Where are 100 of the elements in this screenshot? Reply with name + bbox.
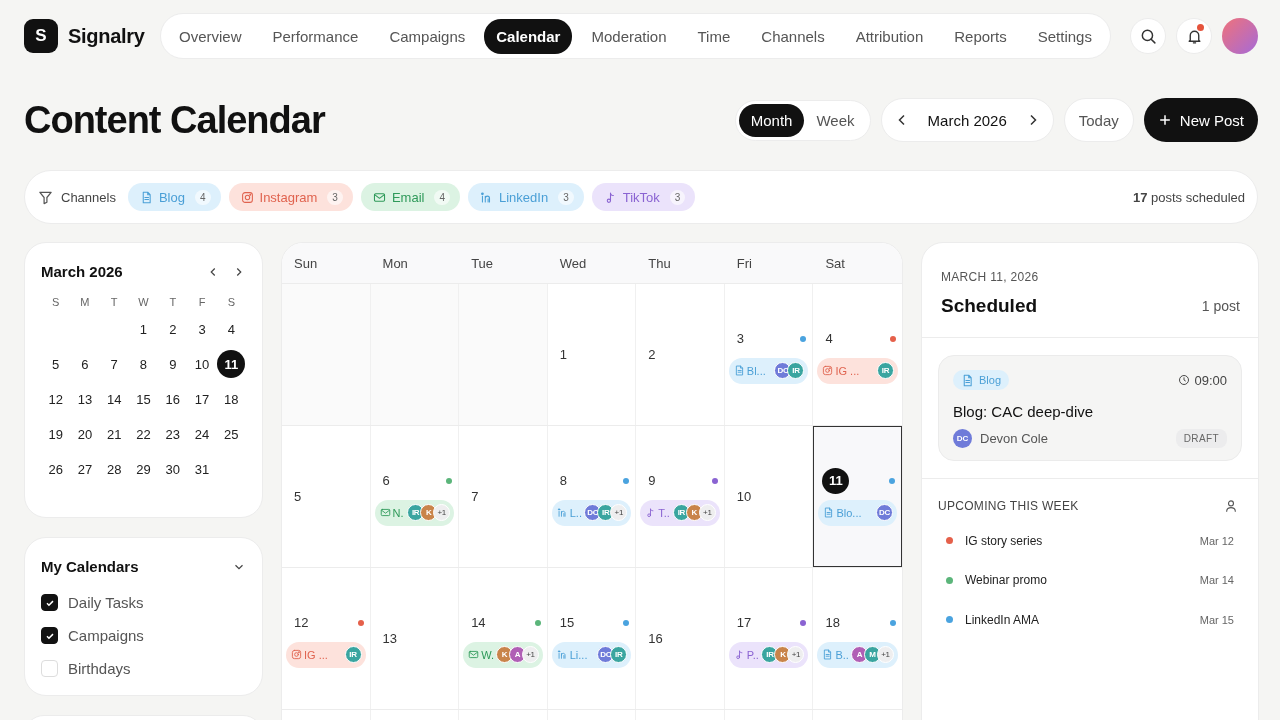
date-cell[interactable]: 16 <box>158 385 187 413</box>
nav-tab[interactable]: Time <box>685 18 743 54</box>
weekday-label: S <box>227 296 235 308</box>
today-button[interactable]: Today <box>1063 98 1134 142</box>
date-cell[interactable]: 20 <box>70 420 99 448</box>
date-cell[interactable]: 12 <box>41 385 70 413</box>
channel-chip[interactable]: Instagram 3 <box>228 183 353 211</box>
date-cell[interactable]: 31 <box>188 455 217 483</box>
upcoming-item[interactable]: Webinar promo Mar 14 <box>938 560 1238 600</box>
day-number: 7 <box>471 488 479 506</box>
date-cell[interactable]: 5 <box>41 350 70 378</box>
date-cell[interactable]: 3 <box>188 315 217 343</box>
date-cell[interactable]: 2 <box>158 315 187 343</box>
date-cell[interactable]: 26 <box>41 455 70 483</box>
user-avatar[interactable] <box>1222 18 1258 54</box>
day-cell[interactable]: 16 <box>636 568 725 709</box>
day-cell[interactable]: 17 P.. IR K +1 <box>724 568 814 709</box>
date-cell[interactable]: 21 <box>100 420 129 448</box>
date-cell[interactable]: 29 <box>129 455 158 483</box>
person-icon[interactable] <box>1224 499 1238 513</box>
status-badge: DRAFT <box>1175 429 1227 448</box>
document-icon <box>823 507 835 518</box>
date-cell[interactable]: 4 <box>217 315 246 343</box>
day-cell[interactable]: 7 <box>459 426 548 567</box>
post-time: 09:00 <box>1194 372 1227 388</box>
day-cell[interactable]: 12 IG ... IR <box>282 568 371 709</box>
post-count: 1 post <box>1201 298 1240 314</box>
date-cell[interactable]: 14 <box>100 385 129 413</box>
date-cell[interactable]: 8 <box>129 350 158 378</box>
channel-chip[interactable]: Blog 4 <box>127 183 221 211</box>
day-cell[interactable]: 5 <box>282 426 371 567</box>
date-cell[interactable]: 10 <box>188 350 217 378</box>
date-cell[interactable]: 17 <box>188 385 217 413</box>
day-cell[interactable]: 11 Blo... DC <box>813 426 902 567</box>
nav-tab[interactable]: Campaigns <box>377 18 478 54</box>
date-cell[interactable]: 11 <box>217 350 246 378</box>
nav-tab[interactable]: Moderation <box>579 18 679 54</box>
date-cell[interactable]: 1 <box>129 315 158 343</box>
post-card[interactable]: Blog 09:00 Blog: CAC deep-dive DC Devon Cole DRAFT <box>938 355 1242 461</box>
day-cell[interactable]: 14 W. K A +1 <box>459 568 548 709</box>
channel-chip[interactable]: TikTok 3 <box>591 183 696 211</box>
upcoming-item[interactable]: LinkedIn AMA Mar 15 <box>938 600 1238 640</box>
date-cell[interactable]: 23 <box>158 420 187 448</box>
day-cell[interactable]: 2 <box>636 284 725 425</box>
day-cell[interactable]: 18 B.. A M +1 <box>813 568 902 709</box>
post-chip[interactable]: P.. IR K +1 <box>728 641 809 668</box>
date-cell[interactable]: 30 <box>158 455 187 483</box>
checkbox[interactable] <box>41 627 58 644</box>
day-cell[interactable]: 6 N. IR K +1 <box>370 426 460 567</box>
channel-chip[interactable]: LinkedIn 3 <box>468 183 584 211</box>
date-cell[interactable]: 18 <box>217 385 246 413</box>
date-cell[interactable]: 24 <box>188 420 217 448</box>
more-count: +1 <box>877 646 894 663</box>
date-cell[interactable]: 27 <box>70 455 99 483</box>
more-count: +1 <box>787 646 805 663</box>
channel-chip[interactable]: Email 4 <box>360 183 460 211</box>
post-chip[interactable]: B.. A M +1 <box>817 641 898 668</box>
nav-tab[interactable]: Overview <box>167 18 254 54</box>
nav-tab[interactable]: Attribution <box>843 18 936 54</box>
view-option[interactable]: Month <box>738 103 805 137</box>
avatar: K <box>496 646 513 663</box>
post-chip[interactable]: T.. IR K +1 <box>640 499 720 526</box>
day-cell[interactable]: 1 <box>547 284 637 425</box>
nav-tab[interactable]: Reports <box>942 18 1019 54</box>
date-cell[interactable]: 19 <box>41 420 70 448</box>
date-cell[interactable]: 9 <box>158 350 187 378</box>
view-option[interactable]: Week <box>804 103 867 137</box>
day-cell[interactable]: 13 <box>370 568 460 709</box>
upcoming-item[interactable]: IG story series Mar 12 <box>938 521 1238 561</box>
count-badge: 3 <box>558 189 574 205</box>
notification-button[interactable] <box>1176 18 1212 54</box>
clock-icon <box>1178 374 1191 386</box>
post-chip[interactable]: Blo... DC <box>818 499 897 526</box>
post-chip[interactable]: N. IR K +1 <box>374 499 455 526</box>
brand-logo[interactable]: S <box>24 19 58 53</box>
count-badge: 4 <box>434 189 450 205</box>
count-badge: 3 <box>669 189 686 205</box>
post-chip[interactable]: W. K A +1 <box>463 641 543 668</box>
avatar: IR <box>672 504 690 521</box>
date-cell[interactable]: 7 <box>100 350 129 378</box>
nav-tab[interactable]: Channels <box>749 18 837 54</box>
day-cell[interactable]: 9 T.. IR K +1 <box>636 426 725 567</box>
date-cell[interactable]: 15 <box>129 385 158 413</box>
date-cell[interactable]: 6 <box>70 350 99 378</box>
day-number: 2 <box>648 346 656 364</box>
date-cell[interactable]: 28 <box>100 455 129 483</box>
weekday-label: M <box>80 296 90 308</box>
author-name: Devon Cole <box>980 431 1048 446</box>
nav-tab[interactable]: Performance <box>260 18 371 54</box>
date-cell[interactable]: 22 <box>129 420 158 448</box>
checkbox[interactable] <box>41 594 58 611</box>
filter-icon <box>38 189 53 205</box>
search-button[interactable] <box>1130 18 1166 54</box>
date-cell[interactable]: 25 <box>217 420 246 448</box>
day-cell[interactable]: 4 IG ... IR <box>813 284 902 425</box>
post-title: Blog: CAC deep-dive <box>953 403 1095 420</box>
nav-tab[interactable]: Settings <box>1025 18 1104 54</box>
new-post-button[interactable]: New Post <box>1143 98 1258 142</box>
nav-tab[interactable]: Calendar <box>484 18 573 54</box>
date-cell[interactable]: 13 <box>70 385 99 413</box>
